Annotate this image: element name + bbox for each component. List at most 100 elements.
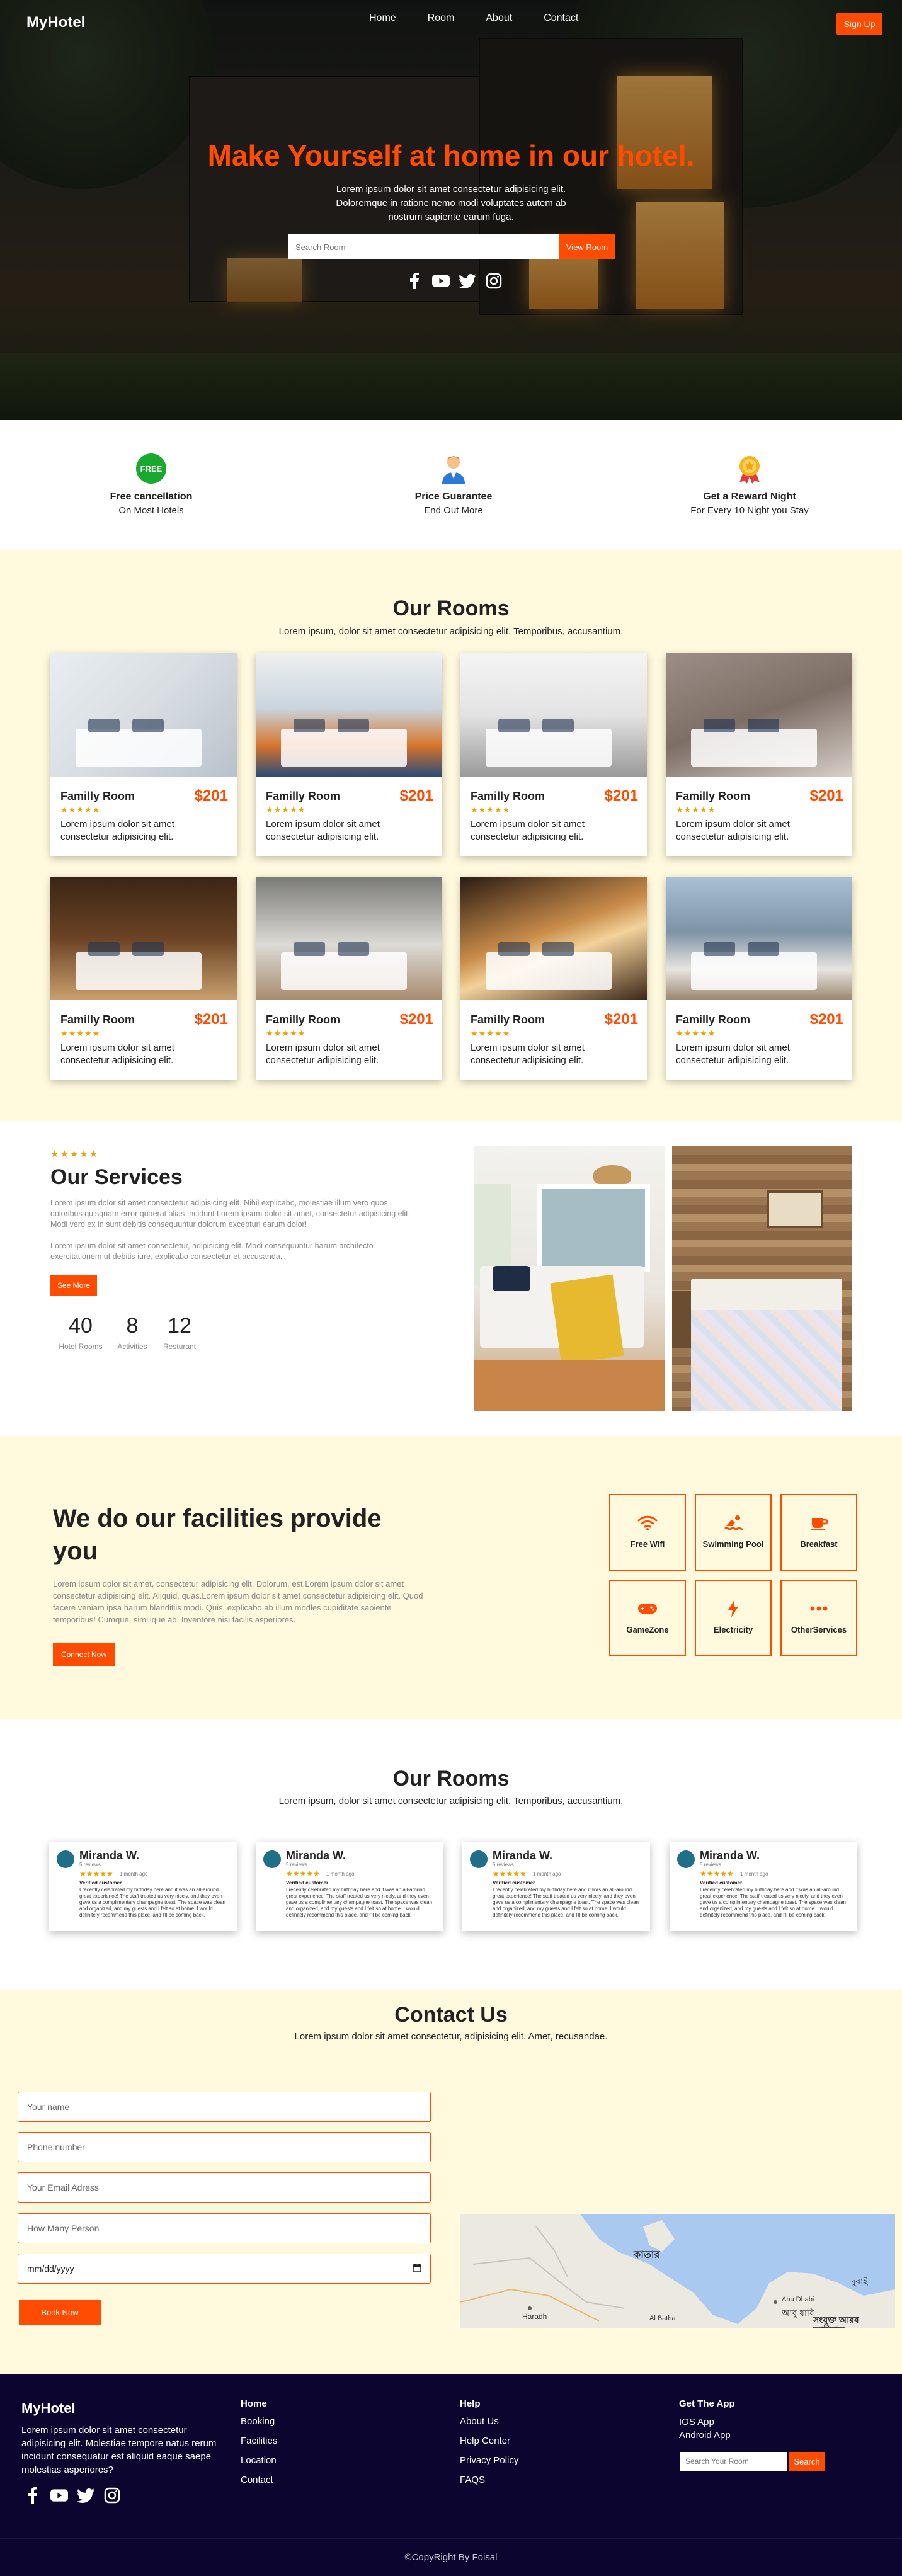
reviewer-review-count: 5 reviews [79, 1862, 101, 1867]
map-label: দুবাই [851, 2276, 868, 2286]
room-rating: ★★★★★ [60, 1029, 101, 1038]
room-card[interactable]: Familly Room $201 ★★★★★ Lorem ipsum dolor s… [460, 653, 647, 856]
reviewer-name: Miranda W. [700, 1849, 760, 1862]
room-card[interactable]: Familly Room $201 ★★★★★ Lorem ipsum dolor s… [256, 877, 442, 1080]
stat-value: 40 [69, 1314, 93, 1338]
room-price: $201 [399, 787, 433, 804]
room-name: Familly Room [60, 790, 135, 802]
services-image-bedroom [474, 1146, 665, 1411]
facility-electricity[interactable]: Electricity [695, 1580, 772, 1656]
footer-link-booking[interactable]: Booking [241, 2412, 277, 2431]
footer-link-ios-app[interactable]: IOS App [679, 2415, 735, 2429]
instagram-icon[interactable] [103, 2487, 121, 2504]
instagram-icon[interactable] [485, 272, 503, 290]
site-logo[interactable]: MyHotel [26, 14, 85, 31]
facility-breakfast[interactable]: Breakfast [780, 1494, 857, 1571]
see-more-button[interactable]: See More [50, 1275, 97, 1296]
avatar [57, 1850, 74, 1868]
room-name: Familly Room [676, 790, 751, 802]
footer-link-facilities[interactable]: Facilities [241, 2431, 277, 2451]
rooms-subtitle: Lorem ipsum, dolor sit amet consectetur … [278, 626, 624, 637]
room-description: Lorem ipsum dolor sit amet consectetur a… [676, 819, 790, 842]
room-card[interactable]: Familly Room $201 ★★★★★ Lorem ipsum dolor s… [50, 877, 237, 1080]
footer-link-location[interactable]: Location [241, 2451, 277, 2470]
map-graphic [460, 2214, 895, 2328]
nav-link-home[interactable]: Home [369, 13, 396, 24]
footer-link-android-app[interactable]: Android App [679, 2429, 735, 2442]
footer-link-about-us[interactable]: About Us [460, 2412, 518, 2431]
footer-link-faqs[interactable]: FAQS [460, 2470, 518, 2490]
dots-icon [808, 1600, 830, 1617]
room-image [460, 877, 647, 1000]
review-rating: ★★★★★ [493, 1869, 527, 1878]
rooms-title: Our Rooms [392, 596, 510, 620]
review-text: I recently celebrated my birthday here a… [700, 1887, 846, 1918]
footer-column-title[interactable]: Home [241, 2398, 277, 2409]
location-map[interactable]: কাতার Haradh Al Batha Abu Dhabi আবু ধাবি… [460, 2214, 895, 2328]
view-room-button[interactable]: View Room [559, 234, 615, 259]
room-description: Lorem ipsum dolor sit amet consectetur a… [471, 1042, 585, 1066]
room-name: Familly Room [266, 1013, 341, 1026]
connect-now-button[interactable]: Connect Now [53, 1643, 115, 1666]
hero-title: Make Yourself at home in our hotel. [207, 139, 695, 172]
signup-button[interactable]: Sign Up [836, 13, 882, 35]
email-input[interactable]: Your Email Adress [18, 2172, 431, 2203]
facebook-icon[interactable] [24, 2487, 42, 2504]
footer-link-contact[interactable]: Contact [241, 2470, 277, 2490]
youtube-icon[interactable] [432, 272, 450, 290]
nav-link-room[interactable]: Room [428, 13, 455, 24]
youtube-icon[interactable] [50, 2487, 68, 2504]
facility-label: GameZone [626, 1625, 669, 1634]
review-date: 1 month ago [533, 1871, 561, 1877]
twitter-icon[interactable] [459, 272, 476, 290]
reviews-title: Our Rooms [392, 1767, 510, 1791]
review-verified-label: Verified customer [493, 1880, 535, 1886]
room-image [50, 653, 237, 777]
room-image [666, 653, 852, 777]
review-rating: ★★★★★ [286, 1869, 320, 1878]
facility-label: Free Wifi [630, 1539, 665, 1549]
facility-free-wifi[interactable]: Free Wifi [609, 1494, 686, 1571]
footer-link-privacy-policy[interactable]: Privacy Policy [460, 2451, 518, 2470]
name-input[interactable]: Your name [18, 2092, 431, 2122]
room-card[interactable]: Familly Room $201 ★★★★★ Lorem ipsum dolor s… [256, 653, 442, 856]
social-links [406, 272, 503, 290]
copyright: ©CopyRight By Foisal [0, 2538, 902, 2576]
twitter-icon[interactable] [77, 2487, 94, 2504]
facility-other-services[interactable]: OtherServices [780, 1580, 857, 1656]
room-name: Familly Room [471, 1013, 545, 1026]
main-nav: Home Room About Contact [369, 13, 578, 24]
room-price: $201 [809, 1011, 843, 1028]
map-label: Al Batha [649, 2315, 676, 2322]
avatar [470, 1850, 488, 1868]
calendar-icon[interactable] [413, 2263, 421, 2274]
nav-link-about[interactable]: About [486, 13, 512, 24]
footer-search-input[interactable] [680, 2452, 787, 2471]
facility-label: OtherServices [791, 1625, 847, 1634]
stat-label: Activities [117, 1342, 147, 1351]
stat-label: Hotel Rooms [59, 1342, 103, 1351]
room-card[interactable]: Familly Room $201 ★★★★★ Lorem ipsum dolor s… [666, 877, 852, 1080]
room-search-input[interactable] [288, 234, 559, 259]
room-image [256, 877, 442, 1000]
room-name: Familly Room [676, 1013, 751, 1026]
review-rating: ★★★★★ [79, 1869, 113, 1878]
footer-logo[interactable]: MyHotel [21, 2400, 76, 2417]
room-card[interactable]: Familly Room $201 ★★★★★ Lorem ipsum dolor s… [666, 653, 852, 856]
footer-about: Lorem ipsum dolor sit amet consectetur a… [21, 2425, 217, 2475]
room-card[interactable]: Familly Room $201 ★★★★★ Lorem ipsum dolor s… [50, 653, 237, 856]
facility-swimming-pool[interactable]: Swimming Pool [695, 1494, 772, 1571]
phone-input[interactable]: Phone number [18, 2132, 431, 2162]
facility-gamezone[interactable]: GameZone [609, 1580, 686, 1656]
services-paragraph: Lorem ipsum dolor sit amet consectetur a… [50, 1199, 411, 1229]
review-date: 1 month ago [740, 1871, 768, 1877]
footer-search-button[interactable]: Search [789, 2452, 825, 2471]
nav-link-contact[interactable]: Contact [544, 13, 578, 24]
book-now-button[interactable]: Book Now [19, 2300, 101, 2325]
date-input[interactable]: mm/dd/yyyy [18, 2254, 431, 2284]
room-card[interactable]: Familly Room $201 ★★★★★ Lorem ipsum dolor s… [460, 877, 647, 1080]
facebook-icon[interactable] [406, 272, 423, 290]
person-icon [438, 453, 469, 484]
person-count-input[interactable]: How Many Person [18, 2213, 431, 2243]
footer-link-help-center[interactable]: Help Center [460, 2431, 518, 2451]
